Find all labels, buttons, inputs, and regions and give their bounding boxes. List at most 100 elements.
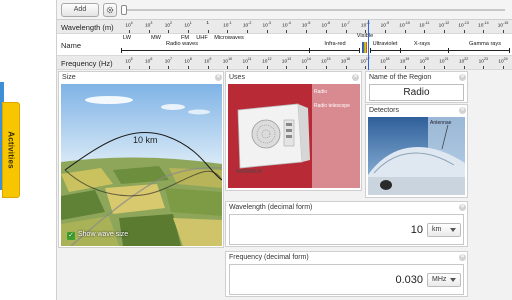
wavelength-decimal-panel: Wavelength (decimal form) × 10 km xyxy=(225,201,468,247)
spectrum-slider-track[interactable] xyxy=(123,9,505,11)
spectrum-cursor[interactable] xyxy=(368,20,369,70)
close-icon[interactable]: × xyxy=(215,74,222,81)
frequency-tick-mark xyxy=(404,66,406,69)
frequency-tick-mark xyxy=(503,66,504,69)
band-name-row-label: Name xyxy=(61,41,82,50)
frequency-tick-label: 1021 xyxy=(439,57,449,65)
region-name-title: Name of the Region xyxy=(369,74,432,81)
wave-size-label: 10 km xyxy=(133,135,158,145)
frequency-field[interactable]: 0.030 MHz xyxy=(229,264,464,295)
frequency-tick-label: 109 xyxy=(204,57,212,65)
wavelength-tick-mark xyxy=(384,30,386,33)
frequency-tick-label: 1024 xyxy=(498,57,508,65)
wavelength-row-label: Wavelength (m) xyxy=(61,23,114,32)
band-infra-red-span xyxy=(309,50,359,51)
show-wave-size-toggle[interactable]: ✓ Show wave size xyxy=(67,231,128,240)
region-name-panel: Name of the Region × Radio xyxy=(365,71,468,103)
band-name-row: Name LW MW FM UHF Microwaves Visible Rad… xyxy=(57,33,512,56)
size-panel: Size × 10 km ✓ Show wave size xyxy=(58,71,224,248)
frequency-tick-mark xyxy=(443,66,445,69)
frequency-tick-label: 1016 xyxy=(340,57,351,65)
frequency-tick-label: 1022 xyxy=(458,57,469,65)
wavelength-tick-label: 1 xyxy=(206,21,210,26)
wavelength-tick-mark xyxy=(286,30,288,33)
frequency-tick-label: 1011 xyxy=(242,57,252,65)
band-x-rays-span xyxy=(400,50,448,51)
frequency-tick-label: 1015 xyxy=(321,57,331,65)
frequency-tick-label: 1019 xyxy=(399,57,410,65)
frequency-tick-mark xyxy=(148,66,150,69)
detectors-title: Detectors xyxy=(369,107,399,114)
close-icon[interactable]: × xyxy=(459,74,466,81)
spectrum-slider-thumb[interactable] xyxy=(121,5,127,15)
activities-tab[interactable]: Activities xyxy=(2,102,20,198)
sub-band-visible: Visible xyxy=(356,33,374,39)
wavelength-tick-label: 10-1 xyxy=(223,21,232,29)
wavelength-tick-mark xyxy=(148,30,150,33)
wavelength-tick-mark xyxy=(188,30,190,33)
landscape-illustration xyxy=(61,84,222,246)
frequency-tick-mark xyxy=(365,66,367,69)
add-button[interactable]: Add xyxy=(61,3,99,17)
uses-tag-radio-telescope: Radio telescope xyxy=(314,103,350,109)
close-icon[interactable]: × xyxy=(459,254,466,261)
frequency-tick-label: 108 xyxy=(184,57,192,65)
settings-button[interactable] xyxy=(103,3,117,17)
wavelength-tick-mark xyxy=(247,30,249,33)
frequency-tick-label: 107 xyxy=(164,57,173,65)
frequency-tick-label: 1013 xyxy=(281,57,292,65)
close-icon[interactable]: × xyxy=(352,74,359,81)
visible-spectrum-bar xyxy=(362,42,367,53)
checkbox-checked-icon[interactable]: ✓ xyxy=(67,232,75,240)
band-infra-red: Infra-red xyxy=(324,41,346,47)
wavelength-unit-label: km xyxy=(432,226,442,233)
wavelength-axis: 104 103 102 101 1 10-1 10-2 10-3 10-4 10-5 10-6 10-… xyxy=(119,20,512,33)
frequency-value: 0.030 xyxy=(395,274,423,286)
frequency-tick-mark xyxy=(247,66,249,69)
wavelength-tick-label: 10-9 xyxy=(380,21,390,29)
frequency-tick-mark xyxy=(345,66,347,69)
close-icon[interactable]: × xyxy=(459,204,466,211)
frequency-unit-select[interactable]: MHz xyxy=(427,273,461,287)
wavelength-tick-mark xyxy=(306,30,308,33)
band-divider xyxy=(121,48,122,53)
frequency-tick-mark xyxy=(168,66,170,69)
frequency-tick-label: 1020 xyxy=(419,57,429,65)
frequency-tick-label: 1018 xyxy=(380,57,390,65)
toolbar: Add xyxy=(57,0,512,20)
wavelength-field[interactable]: 10 km xyxy=(229,214,464,245)
frequency-tick-label: 105 xyxy=(125,57,133,65)
frequency-tick-label: 1014 xyxy=(301,57,311,65)
detector-tag-antennae: Antennae xyxy=(430,120,452,126)
wavelength-tick-mark xyxy=(227,30,229,33)
wavelength-tick-label: 10-15 xyxy=(497,21,509,29)
frequency-decimal-title: Frequency (decimal form) xyxy=(229,254,309,261)
wavelength-tick-label: 103 xyxy=(145,21,153,29)
band-gamma-span xyxy=(448,50,509,51)
frequency-tick-mark xyxy=(286,66,288,69)
wavelength-tick-mark xyxy=(463,30,465,33)
frequency-tick-label: 1012 xyxy=(262,57,272,65)
frequency-tick-mark xyxy=(306,66,308,69)
sub-band-mw: MW xyxy=(151,35,161,41)
uses-panel-title: Uses xyxy=(229,74,245,81)
band-divider xyxy=(359,48,360,53)
frequency-decimal-panel: Frequency (decimal form) × 0.030 MHz xyxy=(225,251,468,297)
wavelength-tick-label: 10-11 xyxy=(419,21,430,29)
band-axis: LW MW FM UHF Microwaves Visible Radio wa… xyxy=(119,33,512,55)
frequency-axis: 105 106 107 108 109 1010 1011 1012 1013 1014 1015 1… xyxy=(119,56,512,69)
wavelength-unit-select[interactable]: km xyxy=(427,223,461,237)
frequency-tick-mark xyxy=(325,66,327,69)
band-radio-waves: Radio waves xyxy=(165,41,199,47)
wavelength-tick-label: 10-6 xyxy=(321,21,331,29)
radio-brand-text: FM/MW/LW xyxy=(236,169,263,175)
wavelength-tick-mark xyxy=(266,30,268,33)
sub-band-microwaves: Microwaves xyxy=(214,35,244,41)
wavelength-tick-label: 10-2 xyxy=(242,21,252,29)
wavelength-tick-label: 104 xyxy=(125,21,133,29)
close-icon[interactable]: × xyxy=(459,107,466,114)
frequency-tick-label: 1010 xyxy=(222,57,233,65)
detectors-image: Antennae xyxy=(368,117,465,195)
band-radio-span xyxy=(121,50,309,51)
wavelength-tick-label: 10-10 xyxy=(399,21,410,29)
